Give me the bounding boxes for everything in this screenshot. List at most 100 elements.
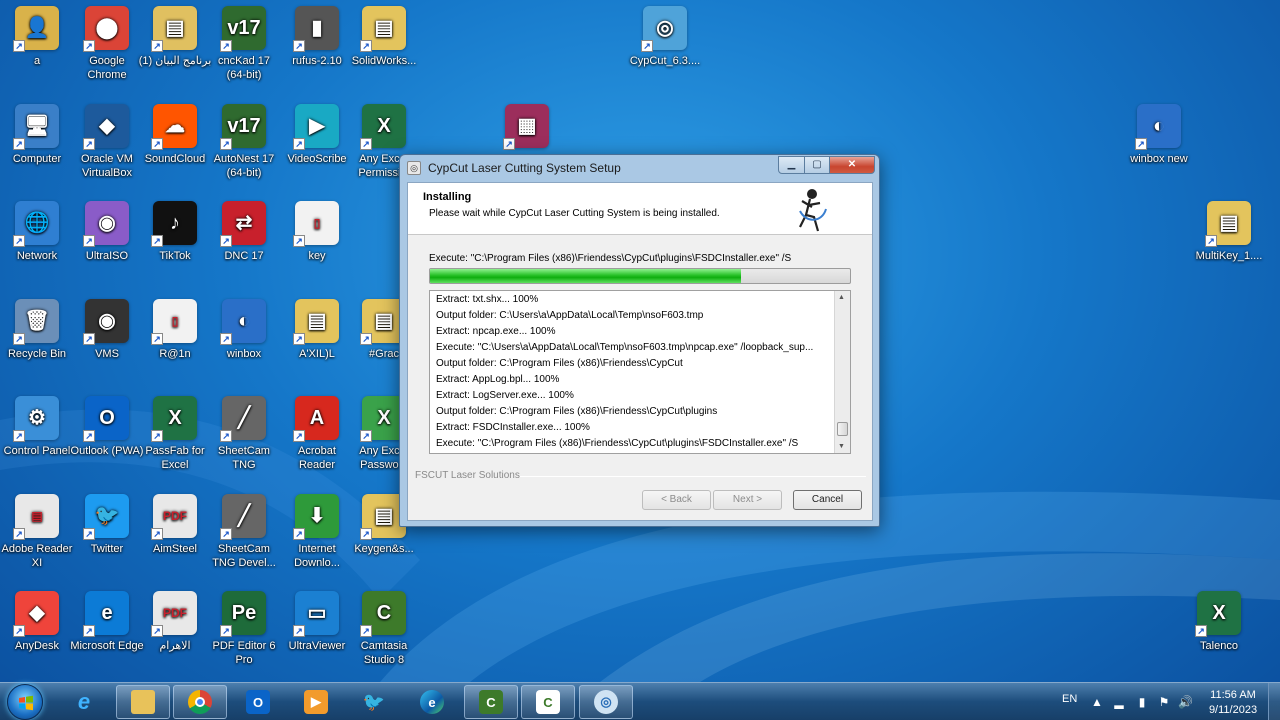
shortcut-icon: ▯ ↗ — [151, 299, 197, 345]
desktop-icon-label: Keygen&s... — [354, 543, 414, 555]
taskbar-edge[interactable]: e — [405, 685, 459, 719]
desktop-icon[interactable]: ⬤ ↗ Google Chrome — [70, 6, 144, 82]
desktop-icon[interactable]: ♪ ↗ TikTok — [138, 201, 212, 263]
desktop-icon[interactable]: PDF ↗ الاهرام — [138, 591, 212, 653]
setup-dialog-window[interactable]: ◎ CypCut Laser Cutting System Setup ▁ ▢ … — [399, 154, 880, 527]
desktop-icon-label: Oracle VM VirtualBox — [81, 153, 133, 179]
desktop-icon[interactable]: PDF ↗ AimSteel — [138, 494, 212, 556]
desktop-icon[interactable]: ◉ ↗ UltraISO — [70, 201, 144, 263]
shortcut-arrow-icon: ↗ — [13, 625, 25, 637]
cancel-button[interactable]: Cancel — [793, 490, 862, 510]
desktop-icon[interactable]: C ↗ Camtasia Studio 8 — [347, 591, 421, 667]
maximize-button[interactable]: ▢ — [804, 156, 830, 174]
desktop-icon[interactable]: ☁ ↗ SoundCloud — [138, 104, 212, 166]
desktop-icon[interactable]: ▶ ↗ VideoScribe — [280, 104, 354, 166]
minimize-button[interactable]: ▁ — [778, 156, 805, 174]
desktop-icon[interactable]: ╱ ↗ SheetCam TNG — [207, 396, 281, 472]
desktop-icon[interactable]: ◎ ↗ CypCut_6.3.... — [628, 6, 702, 68]
taskbar-file-explorer[interactable] — [116, 685, 170, 719]
taskbar-camtasia-recorder[interactable]: C — [521, 685, 575, 719]
network-signal-icon[interactable]: ▂ — [1112, 695, 1126, 709]
shortcut-arrow-icon: ↗ — [151, 40, 163, 52]
desktop-icon-label: SoundCloud — [144, 153, 206, 165]
shortcut-icon: ◐ ↗ — [1135, 104, 1181, 150]
desktop-icon[interactable]: ⬇ ↗ Internet Downlo... — [280, 494, 354, 570]
shortcut-arrow-icon: ↗ — [13, 40, 25, 52]
desktop-icon-label: SolidWorks... — [351, 55, 417, 67]
taskbar-twitter[interactable]: 🐦 — [347, 685, 401, 719]
scroll-up-arrow-icon[interactable]: ▲ — [838, 294, 845, 301]
desktop-icon[interactable]: ╱ ↗ SheetCam TNG Devel... — [207, 494, 281, 570]
chrome-icon — [188, 690, 212, 714]
desktop-icon[interactable]: A ↗ Acrobat Reader — [280, 396, 354, 472]
shortcut-icon: ◆ ↗ — [13, 591, 59, 637]
desktop-icon[interactable]: ◉ ↗ VMS — [70, 299, 144, 361]
shortcut-arrow-icon: ↗ — [151, 138, 163, 150]
shortcut-arrow-icon: ↗ — [220, 40, 232, 52]
taskbar-camtasia[interactable]: C — [464, 685, 518, 719]
desktop-icon-label: winbox — [226, 348, 262, 360]
taskbar-outlook[interactable]: O — [231, 685, 285, 719]
dialog-titlebar[interactable]: ◎ CypCut Laser Cutting System Setup ▁ ▢ … — [400, 155, 879, 181]
desktop-icon[interactable]: 🌐 ↗ Network — [0, 201, 74, 263]
desktop-icon[interactable]: 👤 ↗ a — [0, 6, 74, 68]
shortcut-icon: ▦ ↗ — [503, 104, 549, 150]
desktop-icon[interactable]: ▤ ↗ A'XIL)L — [280, 299, 354, 361]
log-scrollbar[interactable]: ▲ ▼ — [834, 291, 850, 453]
desktop-icon[interactable]: ◐ ↗ winbox new — [1122, 104, 1196, 166]
desktop-icon[interactable]: ▤ ↗ Adobe Reader XI — [0, 494, 74, 570]
action-center-flag-icon[interactable]: ⚑ — [1157, 695, 1171, 709]
taskbar-media-player[interactable]: ▶ — [289, 685, 343, 719]
language-indicator[interactable]: EN — [1062, 693, 1077, 720]
desktop-icon[interactable]: X ↗ Talenco — [1182, 591, 1256, 653]
close-button[interactable]: ✕ — [829, 156, 875, 174]
taskbar: e O ▶ 🐦 e C C ◎ EN ▲ ▂ ▮ ⚑ 🔊 11:56 AM 9/… — [0, 682, 1280, 720]
desktop-icon[interactable]: O ↗ Outlook (PWA) — [70, 396, 144, 458]
desktop-icon[interactable]: ▯ ↗ R@1n — [138, 299, 212, 361]
desktop-icon-label: Computer — [12, 153, 62, 165]
desktop-icon[interactable]: X ↗ PassFab for Excel — [138, 396, 212, 472]
shortcut-arrow-icon: ↗ — [360, 333, 372, 345]
desktop-icon[interactable]: ▤ ↗ MultiKey_1.... — [1192, 201, 1266, 263]
desktop-icon-label: PDF Editor 6 Pro — [212, 640, 276, 666]
desktop-icon-label: Twitter — [90, 543, 124, 555]
desktop-icon[interactable]: ⚙ ↗ Control Panel — [0, 396, 74, 458]
desktop-icon[interactable]: 🐦 ↗ Twitter — [70, 494, 144, 556]
camtasia-icon: C — [479, 690, 503, 714]
show-desktop-button[interactable] — [1268, 683, 1280, 720]
battery-icon[interactable]: ▮ — [1135, 695, 1149, 709]
scroll-thumb[interactable] — [837, 422, 848, 436]
desktop-icon[interactable]: ▭ ↗ UltraViewer — [280, 591, 354, 653]
desktop-icon[interactable]: 🖥 ↗ Computer — [0, 104, 74, 166]
back-button[interactable]: < Back — [642, 490, 711, 510]
setup-app-icon: ◎ — [407, 161, 421, 175]
desktop-icon[interactable]: Pe ↗ PDF Editor 6 Pro — [207, 591, 281, 667]
desktop-icon[interactable]: ▤ ↗ SolidWorks... — [347, 6, 421, 68]
install-log-list[interactable]: Extract: txt.shx... 100% Output folder: C… — [429, 290, 851, 454]
system-clock[interactable]: 11:56 AM 9/11/2023 — [1200, 688, 1266, 718]
desktop-icon[interactable]: ▦ ↗ — [490, 104, 564, 152]
next-button[interactable]: Next > — [713, 490, 782, 510]
desktop-icon[interactable]: e ↗ Microsoft Edge — [70, 591, 144, 653]
desktop-icon[interactable]: v17 ↗ AutoNest 17 (64-bit) — [207, 104, 281, 180]
desktop-icon[interactable]: ◆ ↗ AnyDesk — [0, 591, 74, 653]
desktop-icon[interactable]: 🗑 ↗ Recycle Bin — [0, 299, 74, 361]
volume-icon[interactable]: 🔊 — [1178, 695, 1193, 709]
taskbar-internet-explorer[interactable]: e — [57, 685, 111, 719]
desktop-icon[interactable]: v17 ↗ cncKad 17 (64-bit) — [207, 6, 281, 82]
desktop-icon[interactable]: ▮ ↗ rufus-2.10 — [280, 6, 354, 68]
log-line: Execute: "C:\Users\a\AppData\Local\Temp\… — [436, 342, 814, 353]
taskbar-cypcut-setup[interactable]: ◎ — [579, 685, 633, 719]
desktop-icon[interactable]: ▤ ↗ برنامج البيان (1) — [138, 6, 212, 68]
start-button[interactable] — [7, 684, 43, 720]
shortcut-arrow-icon: ↗ — [360, 528, 372, 540]
shortcut-icon: 🗑 ↗ — [13, 299, 59, 345]
desktop-icon[interactable]: ◆ ↗ Oracle VM VirtualBox — [70, 104, 144, 180]
desktop-icon[interactable]: ▯ ↗ key — [280, 201, 354, 263]
desktop-icon[interactable]: ◐ ↗ winbox — [207, 299, 281, 361]
show-hidden-icons-arrow-icon[interactable]: ▲ — [1090, 695, 1104, 709]
scroll-down-arrow-icon[interactable]: ▼ — [838, 443, 845, 450]
desktop-icon[interactable]: ⇄ ↗ DNC 17 — [207, 201, 281, 263]
taskbar-chrome[interactable] — [173, 685, 227, 719]
folder-icon — [131, 690, 155, 714]
